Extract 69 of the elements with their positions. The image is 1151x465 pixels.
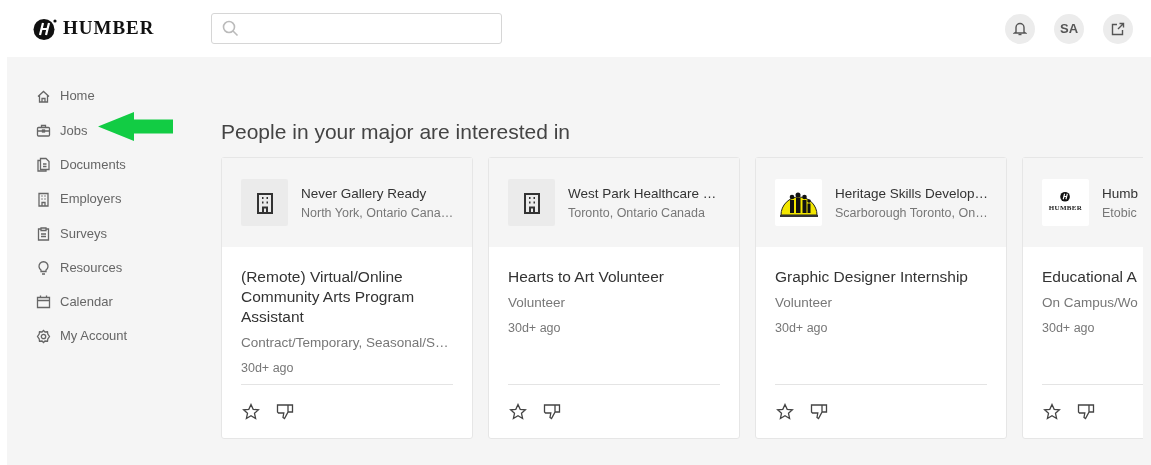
lightbulb-icon: [36, 260, 51, 276]
star-icon: [242, 402, 260, 421]
sidebar-item[interactable]: My Account: [36, 319, 221, 354]
thumbs-down-icon: [810, 403, 828, 420]
sidebar-item[interactable]: Jobs: [36, 113, 221, 148]
settings-icon: [36, 328, 51, 344]
avatar-button[interactable]: SA: [1054, 13, 1084, 44]
employer-name: Never Gallery Ready: [301, 184, 428, 203]
thumbs-down-icon: [543, 403, 561, 420]
employer-location: North York, Ontario Cana…: [301, 204, 454, 222]
job-card[interactable]: Never Gallery Ready North York, Ontario Cana… (Remote) Virtual/Online Community Arts Program Assistant Contract/Temporary, Seasonal/S… 30d+ ago: [221, 157, 473, 439]
dislike-button[interactable]: [275, 401, 295, 422]
external-link-button[interactable]: [1103, 13, 1133, 44]
calendar-icon: [36, 294, 51, 310]
building-icon: [36, 191, 51, 207]
building-icon: [521, 191, 542, 214]
employer-location: Etobic: [1102, 204, 1138, 222]
thumbs-down-icon: [276, 403, 294, 420]
building-icon: [254, 191, 275, 214]
notifications-button[interactable]: [1005, 13, 1035, 44]
job-title: Hearts to Art Volunteer: [508, 267, 665, 287]
arrow-icon: [98, 112, 173, 141]
dislike-button[interactable]: [1076, 401, 1096, 422]
favorite-button[interactable]: [241, 401, 261, 422]
favorite-button[interactable]: [775, 401, 795, 422]
star-icon: [1043, 402, 1061, 421]
star-icon: [509, 402, 527, 421]
briefcase-icon: [36, 122, 51, 138]
thumbs-down-icon: [1077, 403, 1095, 420]
job-title: Educational A: [1042, 267, 1138, 287]
sidebar-item[interactable]: Home: [36, 79, 221, 114]
posted-time: 30d+ ago: [241, 360, 295, 376]
favorite-button[interactable]: [1042, 401, 1062, 422]
logo-icon: [33, 16, 57, 41]
dislike-button[interactable]: [542, 401, 562, 422]
job-type: Contract/Temporary, Seasonal/S…: [241, 334, 450, 352]
posted-time: 30d+ ago: [508, 320, 562, 336]
bell-icon: [1013, 21, 1027, 36]
search-field[interactable]: [211, 13, 502, 44]
job-card[interactable]: West Park Healthcare … Toronto, Ontario Canada Hearts to Art Volunteer Volunteer 30d+ ago: [488, 157, 740, 439]
section-title: People in your major are interested in: [221, 119, 572, 145]
sidebar-item[interactable]: Documents: [36, 147, 221, 182]
employer-name: West Park Healthcare …: [568, 184, 717, 203]
employer-name: Humb: [1102, 184, 1138, 203]
sidebar-item[interactable]: Calendar: [36, 284, 221, 320]
job-title: Graphic Designer Internship: [775, 267, 969, 287]
employer-location: Toronto, Ontario Canada: [568, 204, 706, 222]
job-card[interactable]: Heritage Skills Develop… Scarborough Toronto, On… Graphic Designer Internship Volunteer 30d+ ago: [755, 157, 1007, 439]
employer-name: Heritage Skills Develop…: [835, 184, 989, 203]
dislike-button[interactable]: [809, 401, 829, 422]
job-type: Volunteer: [508, 294, 567, 312]
job-type: On Campus/Wo: [1042, 294, 1139, 312]
job-title: (Remote) Virtual/Online Community Arts Program Assistant: [241, 267, 416, 327]
clipboard-icon: [36, 225, 51, 241]
documents-icon: [36, 157, 51, 173]
external-link-icon: [1111, 21, 1125, 36]
sidebar-item[interactable]: Resources: [36, 250, 221, 285]
job-type: Volunteer: [775, 294, 834, 312]
employer-location: Scarborough Toronto, On…: [835, 204, 989, 222]
posted-time: 30d+ ago: [775, 320, 829, 336]
favorite-button[interactable]: [508, 401, 528, 422]
sidebar-item[interactable]: Employers: [36, 181, 221, 217]
sidebar-item[interactable]: Surveys: [36, 216, 221, 251]
logo-icon: [1060, 191, 1071, 203]
search-icon: [222, 20, 239, 37]
home-icon: [36, 88, 51, 104]
posted-time: 30d+ ago: [1042, 320, 1096, 336]
star-icon: [776, 402, 794, 421]
brand-name: HUMBER: [63, 16, 155, 41]
